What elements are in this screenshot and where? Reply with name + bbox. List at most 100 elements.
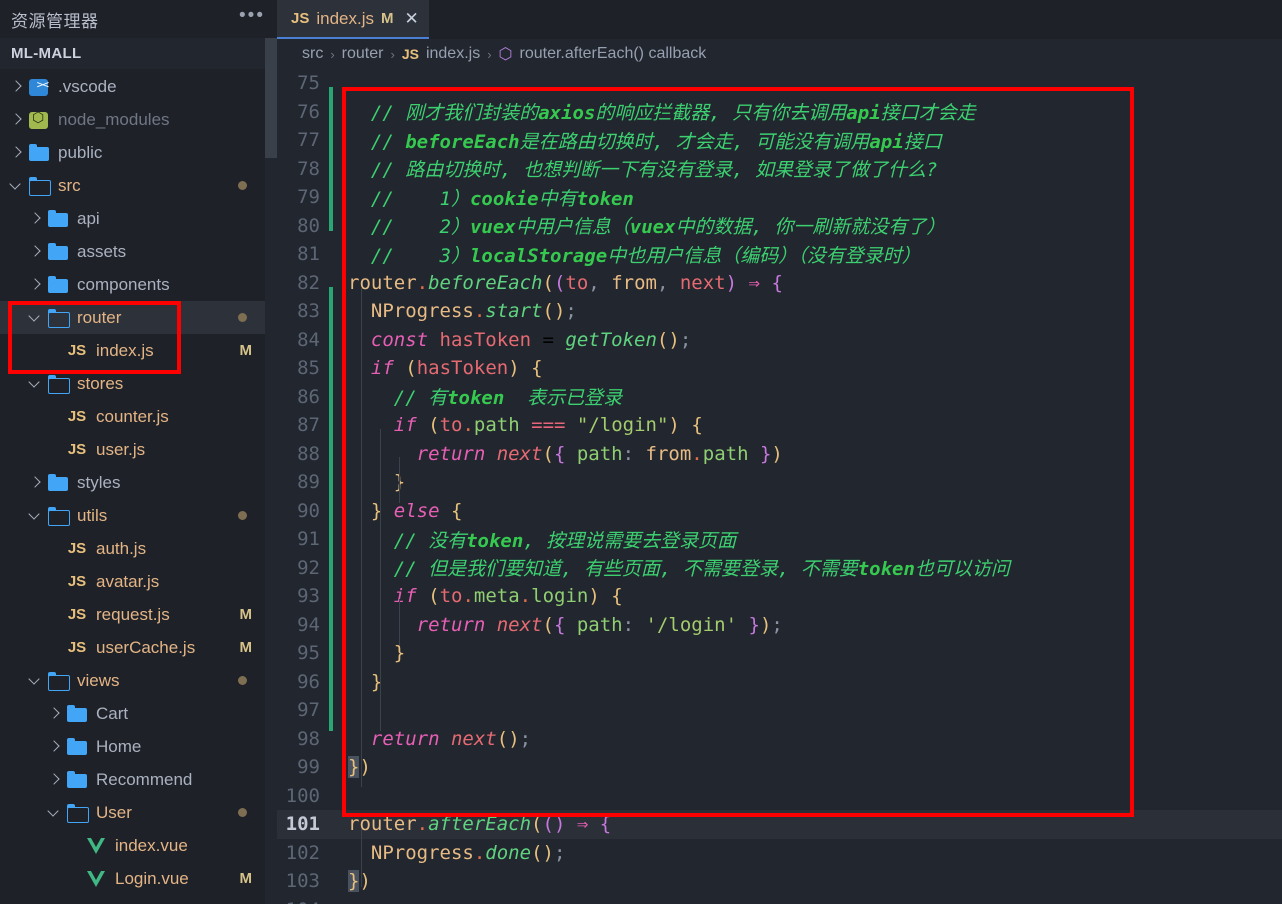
code-line-87[interactable]: 87 if (to.path === "/login") {: [277, 411, 1282, 440]
explorer-title: 资源管理器: [11, 11, 99, 32]
close-icon[interactable]: ✕: [405, 10, 419, 27]
tree-item-auth-js[interactable]: JS auth.js: [0, 532, 277, 565]
tree-item-recommend[interactable]: Recommend: [0, 763, 277, 796]
folder-icon: [28, 143, 50, 162]
cube-icon: ⬡: [498, 46, 513, 63]
code-line-79[interactable]: 79 // 1）cookie中有token: [277, 183, 1282, 212]
code-line-99[interactable]: 99}): [277, 753, 1282, 782]
code-line-102[interactable]: 102 NProgress.done();: [277, 839, 1282, 868]
tree-item-router[interactable]: router: [0, 301, 277, 334]
code-line-95[interactable]: 95 }: [277, 639, 1282, 668]
tab-index-js[interactable]: JS index.js M ✕: [277, 0, 429, 39]
code-line-text: // 但是我们要知道, 有些页面, 不需要登录, 不需要token也可以访问: [348, 558, 1010, 581]
code-line-101[interactable]: 101 router.afterEach(() ⇒ {: [277, 810, 1282, 839]
chevron-right-icon[interactable]: [27, 276, 44, 293]
code-line-76[interactable]: 76 // 刚才我们封装的axios的响应拦截器, 只有你去调用api接口才会走: [277, 98, 1282, 127]
chevron-right-icon[interactable]: [27, 474, 44, 491]
tree-item-home[interactable]: Home: [0, 730, 277, 763]
tree-item-views[interactable]: views: [0, 664, 277, 697]
code-line-97[interactable]: 97: [277, 696, 1282, 725]
chevron-right-icon[interactable]: [46, 771, 63, 788]
chevron-right-icon[interactable]: [8, 111, 25, 128]
code-line-100[interactable]: 100: [277, 782, 1282, 811]
folder-open-icon: [47, 374, 70, 394]
code-line-103[interactable]: 103}): [277, 867, 1282, 896]
tree-item-styles[interactable]: styles: [0, 466, 277, 499]
tree-item-src[interactable]: src: [0, 169, 277, 202]
chevron-down-icon[interactable]: [27, 672, 44, 689]
tree-item-public[interactable]: public: [0, 136, 277, 169]
code-line-78[interactable]: 78 // 路由切换时, 也想判断一下有没有登录, 如果登录了做了什么?: [277, 155, 1282, 184]
indent-guide: [361, 829, 362, 887]
chevron-down-icon[interactable]: [8, 177, 25, 194]
tree-item--vscode[interactable]: .vscode: [0, 70, 277, 103]
code-line-77[interactable]: 77 // beforeEach是在路由切换时, 才会走, 可能没有调用api接…: [277, 126, 1282, 155]
chevron-right-icon[interactable]: [27, 210, 44, 227]
code-line-86[interactable]: 86 // 有token 表示已登录: [277, 383, 1282, 412]
tree-item-user-js[interactable]: JS user.js: [0, 433, 277, 466]
chevron-right-icon[interactable]: [8, 78, 25, 95]
chevron-right-icon: ›: [487, 46, 492, 62]
breadcrumb-item-symbol[interactable]: router.afterEach() callback: [520, 45, 707, 63]
tree-item-avatar-js[interactable]: JS avatar.js: [0, 565, 277, 598]
tree-item-utils[interactable]: utils: [0, 499, 277, 532]
tree-item-counter-js[interactable]: JS counter.js: [0, 400, 277, 433]
tree-item-cart[interactable]: Cart: [0, 697, 277, 730]
chevron-right-icon[interactable]: [46, 738, 63, 755]
tree-item-user[interactable]: User: [0, 796, 277, 829]
code-line-82[interactable]: 82 router.beforeEach((to, from, next) ⇒ {: [277, 269, 1282, 298]
code-editor[interactable]: 75 76 // 刚才我们封装的axios的响应拦截器, 只有你去调用api接口才…: [277, 69, 1282, 904]
breadcrumb-item-src[interactable]: src: [302, 45, 323, 63]
git-modified-badge: M: [239, 870, 253, 887]
file-tree[interactable]: .vscode node_modulespublic src api assets com…: [0, 69, 277, 904]
code-line-84[interactable]: 84 const hasToken = getToken();: [277, 326, 1282, 355]
indent-guide: [361, 287, 362, 787]
chevron-right-icon[interactable]: [8, 144, 25, 161]
code-line-88[interactable]: 88 return next({ path: from.path }): [277, 440, 1282, 469]
tree-item-usercache-js[interactable]: JS userCache.js M: [0, 631, 277, 664]
code-line-80[interactable]: 80 // 2）vuex中用户信息（vuex中的数据, 你一刷新就没有了）: [277, 212, 1282, 241]
code-line-85[interactable]: 85 if (hasToken) {: [277, 354, 1282, 383]
breadcrumb-item-router[interactable]: router: [342, 45, 384, 63]
tree-item-index-js[interactable]: JS index.js M: [0, 334, 277, 367]
workspace-root-row[interactable]: ML-MALL: [0, 38, 277, 69]
code-line-text: // beforeEach是在路由切换时, 才会走, 可能没有调用api接口: [348, 130, 942, 153]
tree-item-label: node_modules: [58, 109, 170, 129]
code-line-93[interactable]: 93 if (to.meta.login) {: [277, 582, 1282, 611]
tree-item-request-js[interactable]: JS request.js M: [0, 598, 277, 631]
tree-item-login-vue[interactable]: Login.vue M: [0, 862, 277, 895]
chevron-right-icon[interactable]: [27, 243, 44, 260]
code-line-91[interactable]: 91 // 没有token, 按理说需要去登录页面: [277, 525, 1282, 554]
code-line-104[interactable]: 104: [277, 896, 1282, 904]
code-lines: 75 76 // 刚才我们封装的axios的响应拦截器, 只有你去调用api接口才…: [277, 69, 1282, 904]
code-line-96[interactable]: 96 }: [277, 668, 1282, 697]
code-line-81[interactable]: 81 // 3）localStorage中也用户信息（编码）（没有登录时）: [277, 240, 1282, 269]
chevron-down-icon[interactable]: [27, 309, 44, 326]
chevron-down-icon[interactable]: [27, 507, 44, 524]
chevron-down-icon[interactable]: [27, 375, 44, 392]
tree-item-label: userCache.js: [96, 637, 196, 657]
node-folder-icon: [28, 109, 50, 129]
git-modified-badge: M: [239, 342, 253, 359]
code-line-89[interactable]: 89 }: [277, 468, 1282, 497]
tree-item-api[interactable]: api: [0, 202, 277, 235]
code-line-83[interactable]: 83 NProgress.start();: [277, 297, 1282, 326]
ellipsis-icon[interactable]: •••: [239, 6, 265, 27]
code-line-92[interactable]: 92 // 但是我们要知道, 有些页面, 不需要登录, 不需要token也可以访…: [277, 554, 1282, 583]
code-line-90[interactable]: 90 } else {: [277, 497, 1282, 526]
line-number: 102: [285, 841, 320, 864]
code-line-75[interactable]: 75: [277, 69, 1282, 98]
sidebar-scrollbar[interactable]: [265, 38, 277, 904]
tree-item-components[interactable]: components: [0, 268, 277, 301]
tree-item-node-modules[interactable]: node_modules: [0, 103, 277, 136]
chevron-down-icon[interactable]: [46, 804, 63, 821]
code-line-98[interactable]: 98 return next();: [277, 725, 1282, 754]
unsaved-indicator-dot: [238, 511, 247, 520]
tree-item-assets[interactable]: assets: [0, 235, 277, 268]
code-line-94[interactable]: 94 return next({ path: '/login' });: [277, 611, 1282, 640]
chevron-right-icon[interactable]: [46, 705, 63, 722]
sidebar-scrollbar-thumb[interactable]: [265, 38, 277, 158]
tree-item-index-vue[interactable]: index.vue: [0, 829, 277, 862]
breadcrumb-item-file[interactable]: index.js: [426, 45, 480, 63]
tree-item-stores[interactable]: stores: [0, 367, 277, 400]
